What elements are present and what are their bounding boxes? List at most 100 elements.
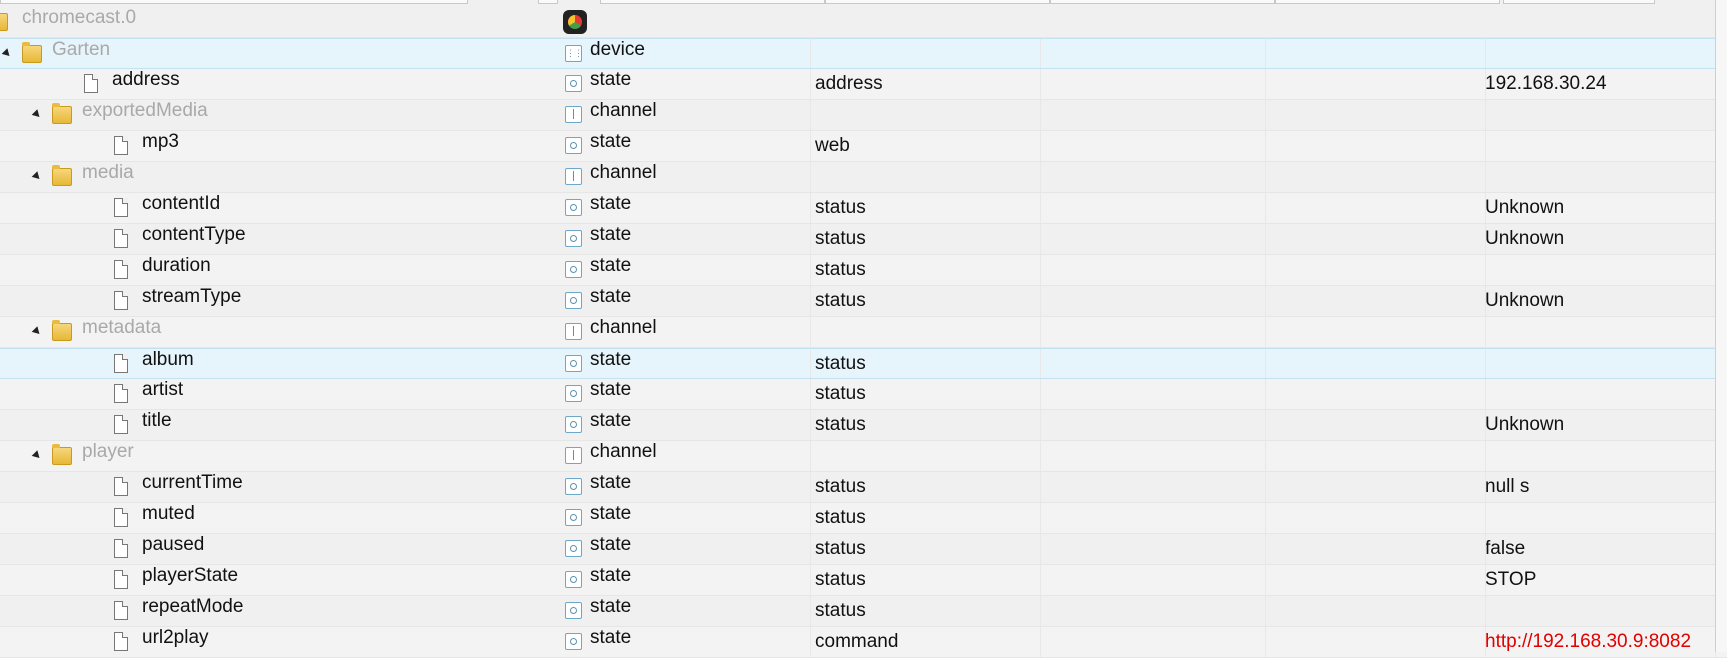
tree-row[interactable]: address state address 192.168.30.24 [0,69,1727,100]
column-divider [810,69,811,99]
column-divider [1265,69,1266,99]
file-icon [114,570,128,589]
object-type: state [590,255,632,276]
header-seg-2[interactable] [538,0,558,4]
tree-row[interactable]: player channel [0,441,1727,472]
object-value[interactable]: STOP [1485,565,1727,595]
object-value[interactable] [1485,162,1727,192]
expand-toggle-icon[interactable] [31,326,43,337]
chromecast-icon [563,10,587,34]
object-name: muted [142,503,195,524]
expand-toggle-icon[interactable] [31,171,43,182]
object-value[interactable] [1485,317,1727,347]
object-value[interactable] [1485,596,1727,626]
object-value[interactable]: http://192.168.30.9:8082 [1485,627,1727,657]
column-divider [1040,441,1041,471]
file-icon [114,508,128,527]
column-divider [1040,472,1041,502]
object-value[interactable] [1485,100,1727,130]
object-role: status [815,383,866,404]
object-value[interactable] [1485,503,1727,533]
folder-icon [52,165,72,186]
object-name: streamType [142,286,242,307]
scrollbar[interactable] [1715,0,1727,652]
object-name: url2play [142,627,209,648]
object-value[interactable] [1485,349,1727,379]
tree-row[interactable]: mp3 state web [0,131,1727,162]
object-value[interactable] [1485,441,1727,471]
object-value[interactable]: false [1485,534,1727,564]
tree-row[interactable]: duration state status [0,255,1727,286]
object-type: state [590,286,632,307]
column-divider [810,565,811,595]
tree-row[interactable]: contentType state status Unknown [0,224,1727,255]
tree-row[interactable]: playerState state status STOP [0,565,1727,596]
object-value[interactable]: Unknown [1485,193,1727,223]
object-value[interactable]: null s [1485,472,1727,502]
tree-row[interactable]: artist state status [0,379,1727,410]
column-divider [1485,193,1486,223]
tree-row[interactable]: media channel [0,162,1727,193]
state-icon [565,571,582,588]
header-seg-7[interactable] [1503,0,1655,4]
column-divider [1485,224,1486,254]
tree-row[interactable]: muted state status [0,503,1727,534]
object-value[interactable] [1485,131,1727,161]
tree-row[interactable]: exportedMedia channel [0,100,1727,131]
file-icon [114,229,128,248]
header-seg-6[interactable] [1275,0,1500,4]
tree-row-root[interactable]: chromecast.0 [0,7,1727,38]
column-divider [1485,162,1486,192]
tree-row[interactable]: album state status [0,348,1727,379]
header-seg-4[interactable] [825,0,1050,4]
file-icon [114,601,128,620]
expand-toggle-icon[interactable] [31,450,43,461]
object-value[interactable]: Unknown [1485,410,1727,440]
column-divider [1265,100,1266,130]
tree-row[interactable]: currentTime state status null s [0,472,1727,503]
object-role: status [815,197,866,218]
object-name: metadata [82,317,162,338]
tree-row[interactable]: paused state status false [0,534,1727,565]
object-name: contentType [142,224,246,245]
device-icon: ⋮⋮ [565,45,583,62]
column-divider [1485,100,1486,130]
header-seg-5[interactable] [1050,0,1275,4]
object-value[interactable]: Unknown [1485,224,1727,254]
column-divider [1265,224,1266,254]
expand-toggle-icon[interactable] [31,109,43,120]
column-divider [1265,503,1266,533]
object-value[interactable]: Unknown [1485,286,1727,316]
column-divider [1040,596,1041,626]
tree-row[interactable]: repeatMode state status [0,596,1727,627]
object-type: state [590,379,632,400]
column-divider [810,131,811,161]
tree-row[interactable]: metadata channel [0,317,1727,348]
object-value[interactable] [1485,255,1727,285]
expand-toggle-icon[interactable] [1,48,13,59]
state-icon [565,261,582,278]
folder-icon [52,320,72,341]
column-divider [1265,565,1266,595]
tree-row[interactable]: streamType state status Unknown [0,286,1727,317]
column-divider [1040,286,1041,316]
object-value[interactable] [1485,39,1727,69]
file-icon [114,291,128,310]
object-role [815,39,1045,69]
object-value[interactable] [1485,379,1727,409]
header-seg-3[interactable] [600,0,825,4]
object-role: status [815,538,866,559]
object-name: currentTime [142,472,243,493]
column-divider [1040,39,1041,68]
header-seg-1[interactable] [0,0,468,4]
file-icon [114,136,128,155]
state-icon [565,509,582,526]
object-role: status [815,476,866,497]
tree-row[interactable]: Garten ⋮⋮ device [0,38,1727,69]
tree-row[interactable]: url2play state command http://192.168.30.9:… [0,627,1727,658]
tree-row[interactable]: contentId state status Unknown [0,193,1727,224]
object-value[interactable]: 192.168.30.24 [1485,69,1727,99]
column-divider [1040,410,1041,440]
tree-row[interactable]: title state status Unknown [0,410,1727,441]
file-icon [114,539,128,558]
